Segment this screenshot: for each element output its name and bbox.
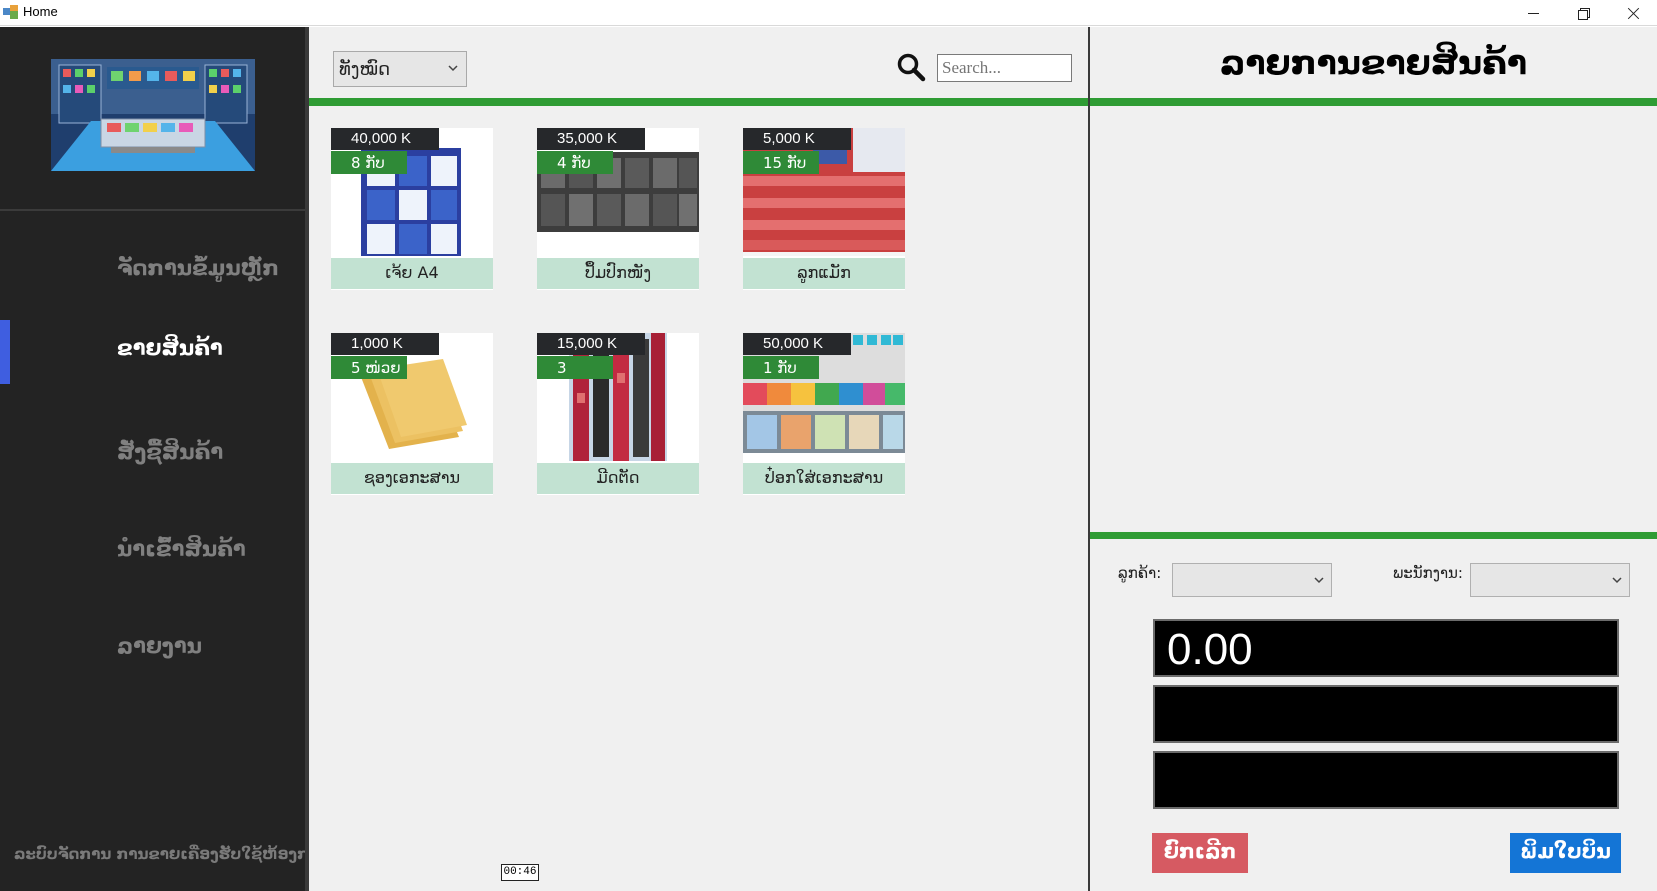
- product-name: ປຶ້ມປົກໜັງ: [537, 258, 699, 289]
- received-display[interactable]: [1153, 685, 1619, 743]
- product-card[interactable]: 35,000 K 4 ກັບ ປຶ້ມປົກໜັງ: [537, 128, 699, 290]
- search-icon[interactable]: [896, 52, 926, 82]
- product-name: ຊອງເອກະສານ: [331, 463, 493, 494]
- product-price: 15,000 K: [537, 333, 645, 355]
- customer-select[interactable]: [1172, 563, 1332, 597]
- product-stock: 3: [537, 356, 613, 379]
- sidebar-item-label: ລາຍງານ: [117, 634, 203, 658]
- total-display: 0.00: [1153, 619, 1619, 677]
- minimize-icon: [1527, 12, 1539, 14]
- app-icon: [3, 5, 18, 19]
- restore-icon: [1577, 7, 1590, 20]
- product-price: 50,000 K: [743, 333, 851, 355]
- sidebar-item-sell-products[interactable]: ຂາຍສິນຄ້າ: [0, 320, 308, 384]
- product-price: 35,000 K: [537, 128, 645, 150]
- sidebar-item-label: ຈັດການຂໍ້ມູນຫຼັກ: [117, 256, 279, 280]
- sidebar-item-purchase-order[interactable]: ສັ່ງຊື້ສິນຄ້າ: [0, 424, 308, 484]
- sidebar-item-reports[interactable]: ລາຍງານ: [0, 618, 308, 678]
- close-button[interactable]: [1610, 0, 1656, 26]
- panel-title: ລາຍການຂາຍສິນຄ້າ: [1219, 43, 1528, 82]
- restore-button[interactable]: [1560, 0, 1606, 26]
- header-divider: [309, 98, 1088, 106]
- product-name: ເຈ້ຍ A4: [331, 258, 493, 289]
- sidebar-item-master-data[interactable]: ຈັດການຂໍ້ມູນຫຼັກ: [0, 240, 308, 300]
- sidebar-footer: ລະບົບຈັດການ ການຂາຍເຄື່ອງຮັບໃຊ້ຫ້ອງການ: [14, 845, 330, 863]
- product-name: ປ໋ອກໃສ່ເອກະສານ: [743, 463, 905, 494]
- product-stock: 5 ໜ່ວຍ: [331, 356, 407, 379]
- logo-area: [0, 27, 308, 211]
- product-stock: 1 ກັບ: [743, 356, 819, 379]
- product-card[interactable]: 40,000 K 8 ກັບ ເຈ້ຍ A4: [331, 128, 493, 290]
- cancel-button[interactable]: ຍົກເລີກ: [1152, 833, 1248, 873]
- product-price: 40,000 K: [331, 128, 439, 150]
- product-stock: 8 ກັບ: [331, 151, 407, 174]
- category-filter-select[interactable]: ທັງໝົດ: [333, 51, 467, 87]
- product-card[interactable]: 50,000 K 1 ກັບ ປ໋ອກໃສ່ເອກະສານ: [743, 333, 905, 495]
- window-title: Home: [23, 4, 58, 19]
- product-card[interactable]: 5,000 K 15 ກັບ ລູກແມັກ: [743, 128, 905, 290]
- employee-select[interactable]: [1470, 563, 1630, 597]
- sidebar-item-label: ສັ່ງຊື້ສິນຄ້າ: [117, 440, 224, 464]
- list-divider: [1090, 532, 1657, 539]
- chevron-down-icon: [1314, 577, 1324, 584]
- product-price: 1,000 K: [331, 333, 439, 355]
- minimize-button[interactable]: [1510, 0, 1556, 26]
- chevron-down-icon: [1612, 577, 1622, 584]
- product-price: 5,000 K: [743, 128, 851, 150]
- timer-badge: 00:46: [501, 864, 539, 881]
- sidebar-item-import-products[interactable]: ນຳເຂົ້າສິນຄ້າ: [0, 521, 308, 581]
- title-divider: [1090, 98, 1657, 106]
- print-receipt-button[interactable]: ພິມໃບບິນ: [1510, 833, 1621, 873]
- product-area: ທັງໝົດ 40,000 K 8 ກັບ ເຈ້ຍ A4: [309, 27, 1088, 891]
- product-card[interactable]: 1,000 K 5 ໜ່ວຍ ຊອງເອກະສານ: [331, 333, 493, 495]
- employee-label: ພະນັກງານ:: [1393, 564, 1463, 582]
- close-icon: [1627, 7, 1640, 20]
- customer-label: ລູກຄ້າ:: [1118, 564, 1162, 582]
- title-bar: Home: [0, 0, 1657, 26]
- product-name: ລູກແມັກ: [743, 258, 905, 289]
- product-stock: 4 ກັບ: [537, 151, 613, 174]
- sidebar: ຈັດການຂໍ້ມູນຫຼັກ ຂາຍສິນຄ້າ ສັ່ງຊື້ສິນຄ້າ…: [0, 27, 329, 891]
- change-display[interactable]: [1153, 751, 1619, 809]
- search-input[interactable]: [937, 54, 1072, 82]
- product-name: ມີດຕັດ: [537, 463, 699, 494]
- sidebar-item-label: ຂາຍສິນຄ້າ: [117, 336, 223, 360]
- product-card[interactable]: 15,000 K 3 ມີດຕັດ: [537, 333, 699, 495]
- product-stock: 15 ກັບ: [743, 151, 819, 174]
- sidebar-item-label: ນຳເຂົ້າສິນຄ້າ: [117, 537, 246, 561]
- active-indicator: [0, 320, 10, 384]
- category-filter-value: ທັງໝົດ: [339, 59, 391, 80]
- sales-panel: ລາຍການຂາຍສິນຄ້າ ລູກຄ້າ: ພະນັກງານ: 0.00 ຍ…: [1088, 27, 1657, 891]
- total-amount: 0.00: [1167, 625, 1253, 674]
- chevron-down-icon: [448, 65, 458, 72]
- store-logo-image: [51, 59, 255, 171]
